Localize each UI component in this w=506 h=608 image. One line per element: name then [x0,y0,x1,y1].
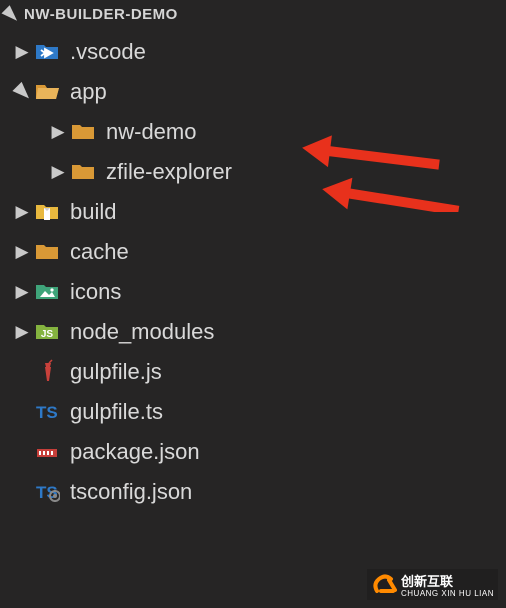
tree-item[interactable]: ▶app [0,72,506,112]
chevron-icon[interactable]: ▶ [12,202,32,222]
tree-item[interactable]: ▶tsconfig.json [0,472,506,512]
tree-item[interactable]: ▶gulpfile.ts [0,392,506,432]
root-title: NW-BUILDER-DEMO [24,6,178,23]
image-folder-icon [32,279,62,305]
folder-icon [68,119,98,145]
chevron-icon[interactable]: ▶ [12,42,32,62]
watermark-sub: CHUANG XIN HU LIAN [401,590,494,598]
tree-item-label: zfile-explorer [106,159,232,185]
tree-item[interactable]: ▶ node_modules [0,312,506,352]
tree-item-label: node_modules [70,319,214,345]
build-folder-icon [32,199,62,225]
chevron-icon[interactable]: ▶ [48,162,68,182]
chevron-icon[interactable]: ▶ [12,242,32,262]
tree-item-label: tsconfig.json [70,479,192,505]
tree-item-label: cache [70,239,129,265]
annotation-arrow [300,130,470,170]
chevron-icon[interactable]: ▶ [12,322,32,342]
tsconfig-icon [32,479,62,505]
watermark-icon [371,572,397,598]
ts-icon [32,399,62,425]
chevron-down-icon: ▶ [0,0,26,28]
watermark-brand: 创新互联 [401,574,453,589]
node-folder-icon [32,319,62,345]
annotation-arrow [320,172,490,212]
tree-item[interactable]: ▶gulpfile.js [0,352,506,392]
tree-item-label: icons [70,279,121,305]
file-tree: ▶.vscode▶app▶nw-demo▶zfile-explorer▶buil… [0,28,506,512]
explorer-root-header[interactable]: ▶ NW-BUILDER-DEMO [0,0,506,28]
tree-item-label: nw-demo [106,119,196,145]
tree-item-label: build [70,199,116,225]
chevron-icon[interactable]: ▶ [48,122,68,142]
tree-item-label: gulpfile.ts [70,399,163,425]
folder-icon [68,159,98,185]
chevron-icon[interactable]: ▶ [12,282,32,302]
tree-item-label: package.json [70,439,200,465]
tree-item[interactable]: ▶ icons [0,272,506,312]
tree-item-label: .vscode [70,39,146,65]
npm-icon [32,439,62,465]
tree-item-label: gulpfile.js [70,359,162,385]
tree-item[interactable]: ▶ cache [0,232,506,272]
watermark-logo: 创新互联 CHUANG XIN HU LIAN [367,569,498,600]
tree-item-label: app [70,79,107,105]
vscode-folder-icon [32,39,62,65]
tree-item[interactable]: ▶ .vscode [0,32,506,72]
tree-item[interactable]: ▶package.json [0,432,506,472]
gulp-icon [32,359,62,385]
folder-icon [32,239,62,265]
